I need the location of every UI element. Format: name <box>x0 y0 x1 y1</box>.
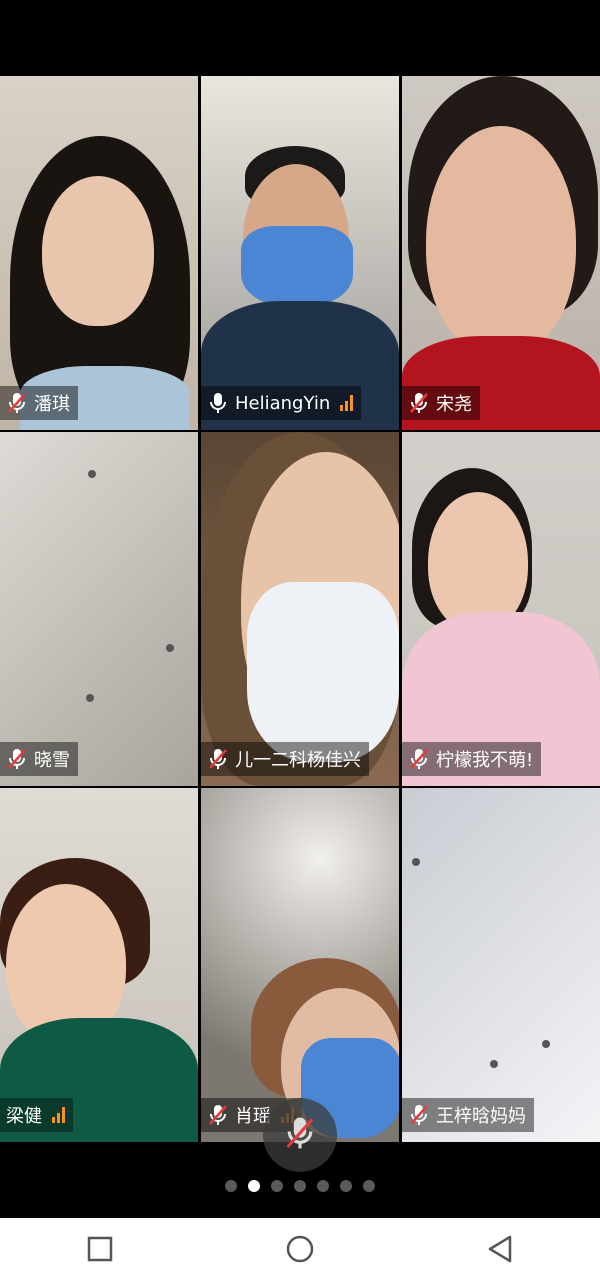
participant-name: 潘琪 <box>34 394 70 415</box>
mic-muted-icon <box>207 747 229 771</box>
participant-tile[interactable]: 晓雪 <box>0 432 198 786</box>
video-feed <box>0 788 198 1142</box>
participant-name: 王梓晗妈妈 <box>436 1106 526 1127</box>
participant-tile[interactable]: 柠檬我不萌! <box>402 432 600 786</box>
participant-tile[interactable]: 儿一二科杨佳兴 <box>201 432 399 786</box>
participant-name: 柠檬我不萌! <box>436 750 534 771</box>
participant-tile[interactable]: 肖瑶 <box>201 788 399 1142</box>
page-dot[interactable] <box>317 1180 329 1192</box>
participant-name: 晓雪 <box>34 750 70 771</box>
name-tag: 宋尧 <box>402 386 480 420</box>
page-dot[interactable] <box>363 1180 375 1192</box>
signal-bars-icon <box>52 1107 65 1123</box>
mic-muted-icon <box>283 1113 317 1157</box>
name-tag: 晓雪 <box>0 742 78 776</box>
mic-muted-icon <box>6 391 28 415</box>
participant-name: 梁健 <box>6 1106 42 1127</box>
name-tag: 柠檬我不萌! <box>402 742 542 776</box>
participant-name: 儿一二科杨佳兴 <box>235 750 361 771</box>
name-tag: 梁健 <box>0 1098 73 1132</box>
participant-name: 宋尧 <box>436 394 472 415</box>
participant-tile[interactable]: 梁健 <box>0 788 198 1142</box>
participant-tile-active-speaker[interactable]: HeliangYin <box>201 76 399 430</box>
page-indicator[interactable] <box>0 1180 600 1194</box>
triangle-back-icon <box>486 1234 514 1268</box>
circle-icon <box>285 1234 315 1268</box>
page-dot[interactable] <box>294 1180 306 1192</box>
participant-grid: 潘琪 HeliangYin 宋尧 晓雪 儿一二科杨佳兴 柠檬我不萌! 梁健 肖瑶… <box>0 76 600 1142</box>
system-navigation-bar <box>0 1218 600 1283</box>
page-dot[interactable] <box>271 1180 283 1192</box>
mic-muted-icon <box>408 1103 430 1127</box>
mic-muted-icon <box>6 747 28 771</box>
mic-muted-icon <box>207 1103 229 1127</box>
name-tag: 王梓晗妈妈 <box>402 1098 534 1132</box>
participant-tile[interactable]: 宋尧 <box>402 76 600 430</box>
name-tag: 潘琪 <box>0 386 78 420</box>
participant-tile[interactable]: 王梓晗妈妈 <box>402 788 600 1142</box>
page-dot[interactable] <box>340 1180 352 1192</box>
video-feed <box>402 788 600 1142</box>
mic-muted-icon <box>408 747 430 771</box>
square-icon <box>87 1236 113 1266</box>
mute-toggle-button[interactable] <box>263 1098 337 1172</box>
participant-name: HeliangYin <box>235 392 331 414</box>
video-feed <box>201 788 399 1142</box>
video-conference-screen: 潘琪 HeliangYin 宋尧 晓雪 儿一二科杨佳兴 柠檬我不萌! 梁健 肖瑶… <box>0 0 600 1283</box>
name-tag: 儿一二科杨佳兴 <box>201 742 369 776</box>
video-feed <box>0 432 198 786</box>
recent-apps-button[interactable] <box>70 1221 130 1281</box>
back-button[interactable] <box>470 1221 530 1281</box>
video-feed <box>402 432 600 786</box>
video-feed <box>201 76 399 430</box>
video-feed <box>0 76 198 430</box>
page-dot[interactable] <box>225 1180 237 1192</box>
participant-tile[interactable]: 潘琪 <box>0 76 198 430</box>
signal-bars-icon <box>340 395 354 411</box>
mic-muted-icon <box>408 391 430 415</box>
mic-icon <box>207 391 229 415</box>
video-feed <box>402 76 600 430</box>
name-tag: HeliangYin <box>201 386 362 420</box>
page-dot-current[interactable] <box>248 1180 260 1192</box>
home-button[interactable] <box>270 1221 330 1281</box>
video-feed <box>201 432 399 786</box>
